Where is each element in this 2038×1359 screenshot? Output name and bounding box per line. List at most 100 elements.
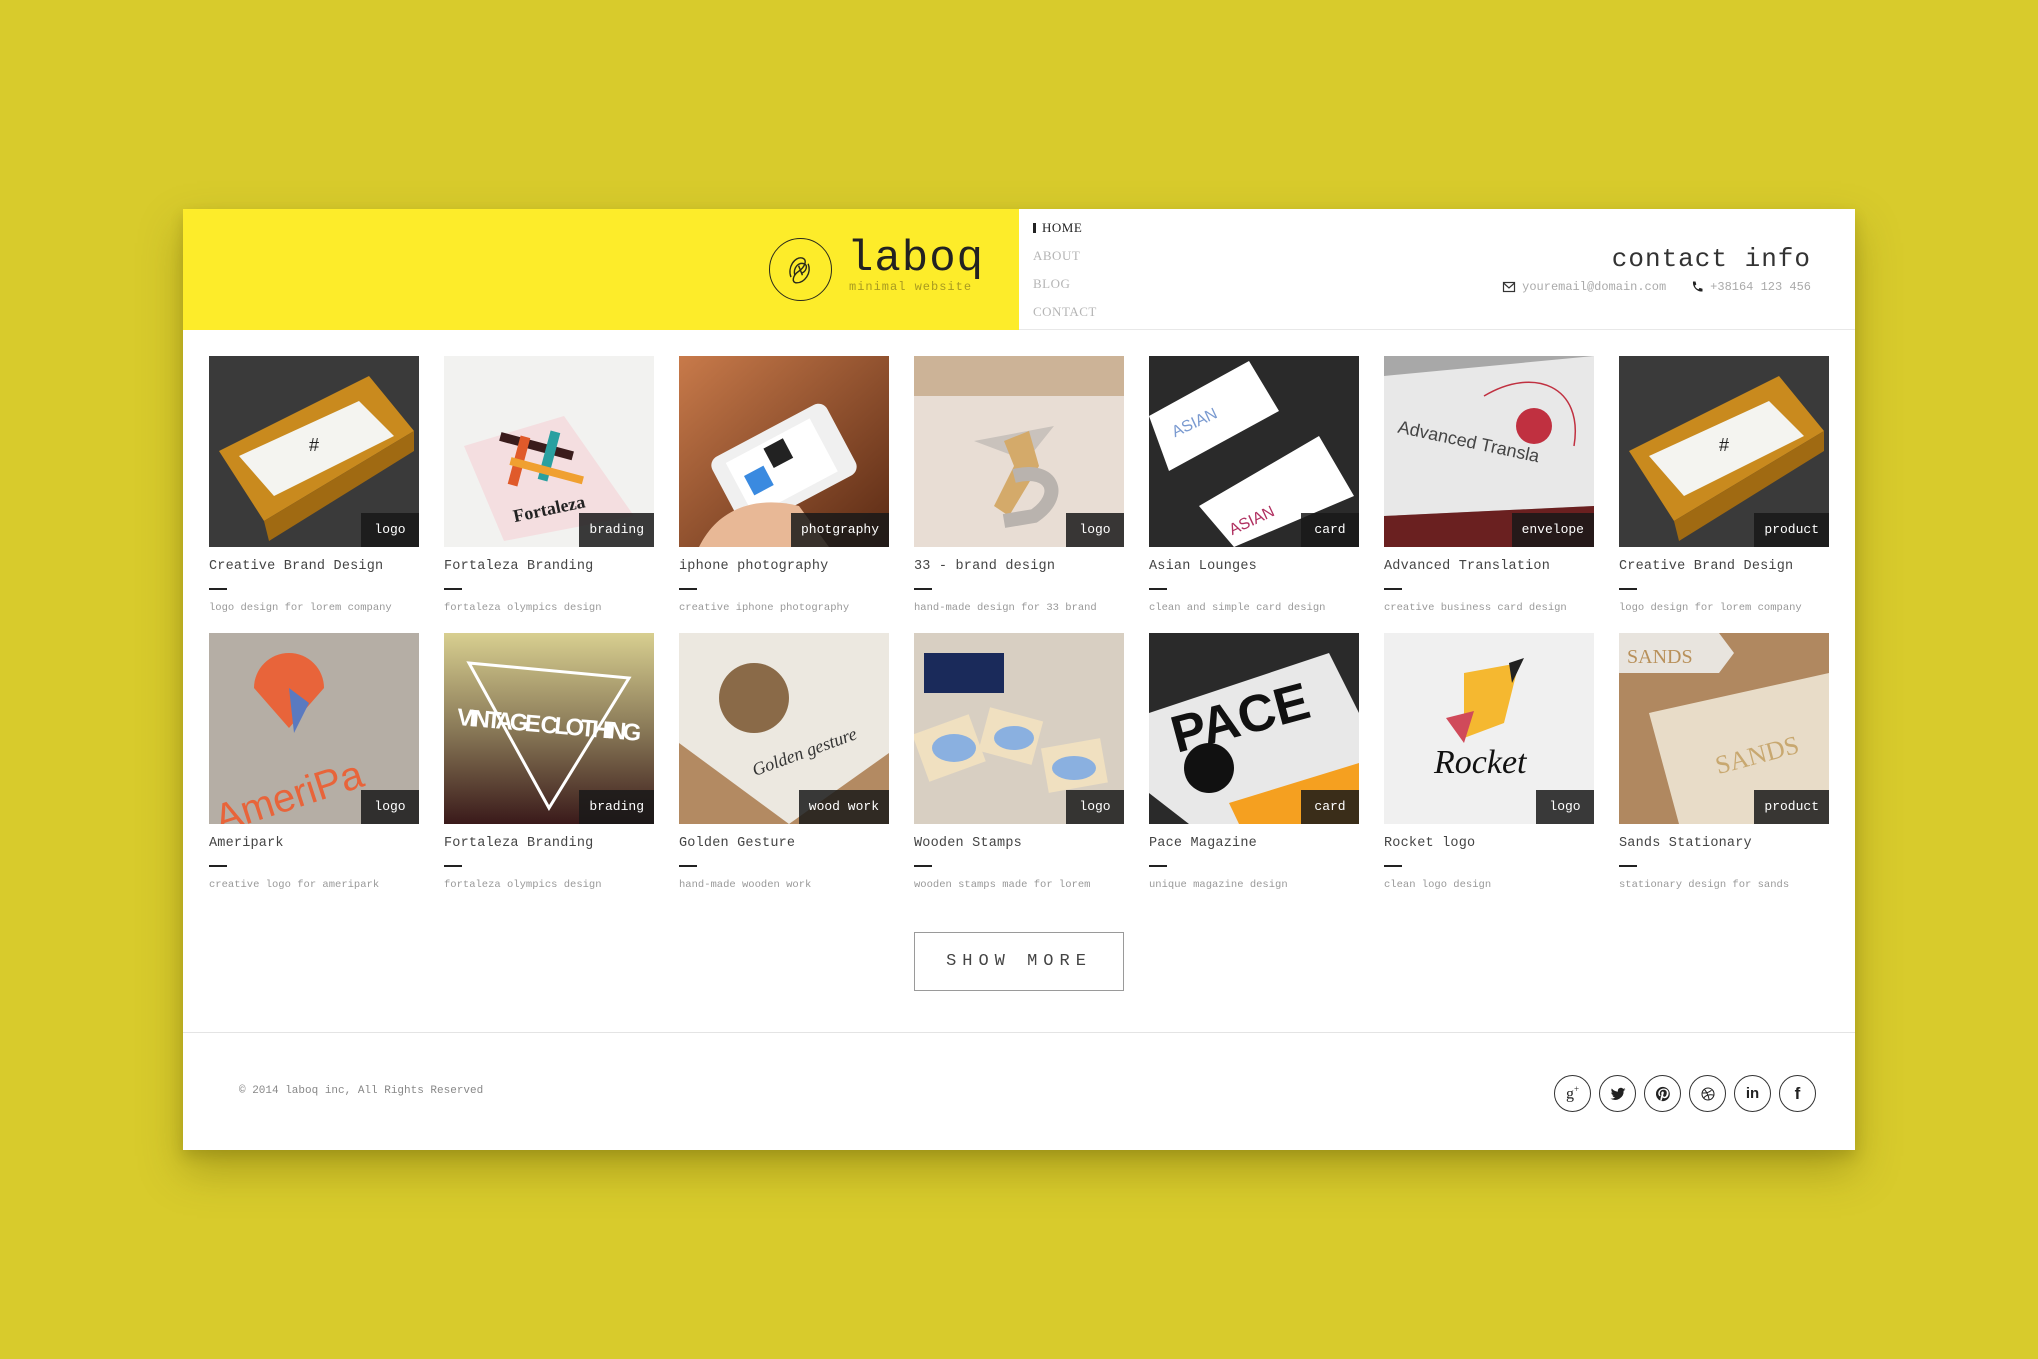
category-tag[interactable]: card bbox=[1301, 513, 1359, 547]
title-divider bbox=[444, 865, 462, 867]
title-divider bbox=[679, 865, 697, 867]
portfolio-thumbnail[interactable]: photgraphy bbox=[679, 356, 889, 547]
category-tag[interactable]: brading bbox=[579, 790, 654, 824]
portfolio-card[interactable]: VINTAGE CLOTHING brading Fortaleza Brand… bbox=[444, 633, 654, 910]
portfolio-thumbnail[interactable]: Golden gesture wood work bbox=[679, 633, 889, 824]
card-description: hand-made design for 33 brand bbox=[914, 602, 1097, 614]
portfolio-card[interactable]: logo 33 - brand design hand-made design … bbox=[914, 356, 1124, 633]
card-description: creative iphone photography bbox=[679, 602, 850, 614]
category-tag[interactable]: envelope bbox=[1511, 513, 1594, 547]
logo-mark-icon[interactable] bbox=[769, 238, 832, 301]
card-title[interactable]: Ameripark bbox=[209, 836, 419, 851]
contact-title: contact info bbox=[1611, 244, 1811, 274]
category-tag[interactable]: logo bbox=[361, 790, 419, 824]
card-title[interactable]: Fortaleza Branding bbox=[444, 836, 654, 851]
envelope-icon bbox=[1502, 280, 1516, 294]
category-tag[interactable]: product bbox=[1754, 790, 1829, 824]
title-divider bbox=[1619, 865, 1637, 867]
svg-text:Rocket: Rocket bbox=[1433, 744, 1528, 781]
title-divider bbox=[914, 588, 932, 590]
card-title[interactable]: 33 - brand design bbox=[914, 559, 1124, 574]
portfolio-card[interactable]: # product Creative Brand Design logo des… bbox=[1619, 356, 1829, 633]
portfolio-thumbnail[interactable]: SANDS SANDS product bbox=[1619, 633, 1829, 824]
portfolio-thumbnail[interactable]: VINTAGE CLOTHING brading bbox=[444, 633, 654, 824]
portfolio-card[interactable]: Rocket logo Rocket logo clean logo desig… bbox=[1384, 633, 1594, 910]
category-tag[interactable]: logo bbox=[1066, 513, 1124, 547]
portfolio-grid: # logo Creative Brand Design logo design… bbox=[209, 356, 1829, 910]
category-tag[interactable]: card bbox=[1301, 790, 1359, 824]
category-tag[interactable]: logo bbox=[1536, 790, 1594, 824]
card-title[interactable]: Pace Magazine bbox=[1149, 836, 1359, 851]
category-tag[interactable]: wood work bbox=[798, 790, 889, 824]
title-divider bbox=[1619, 588, 1637, 590]
logo-tagline: minimal website bbox=[849, 280, 973, 294]
contact-phone[interactable]: +38164 123 456 bbox=[1710, 280, 1811, 294]
portfolio-card[interactable]: PACE card Pace Magazine unique magazine … bbox=[1149, 633, 1359, 910]
card-title[interactable]: Creative Brand Design bbox=[209, 559, 419, 574]
google-plus-icon[interactable]: g+ bbox=[1554, 1075, 1591, 1112]
card-description: fortaleza olympics design bbox=[444, 602, 602, 614]
card-description: logo design for lorem company bbox=[209, 602, 392, 614]
category-tag[interactable]: logo bbox=[361, 513, 419, 547]
card-description: logo design for lorem company bbox=[1619, 602, 1802, 614]
portfolio-card[interactable]: Golden gesture wood work Golden Gesture … bbox=[679, 633, 889, 910]
portfolio-thumbnail[interactable]: logo bbox=[914, 633, 1124, 824]
portfolio-thumbnail[interactable]: Advanced Transla envelope bbox=[1384, 356, 1594, 547]
title-divider bbox=[1384, 865, 1402, 867]
portfolio-thumbnail[interactable]: # logo bbox=[209, 356, 419, 547]
logo-text[interactable]: laboq bbox=[847, 237, 984, 281]
portfolio-thumbnail[interactable]: AmeriPa logo bbox=[209, 633, 419, 824]
card-title[interactable]: Rocket logo bbox=[1384, 836, 1594, 851]
nav-about[interactable]: ABOUT bbox=[1033, 247, 1097, 275]
category-tag[interactable]: product bbox=[1754, 513, 1829, 547]
portfolio-card[interactable]: # logo Creative Brand Design logo design… bbox=[209, 356, 419, 633]
twitter-icon[interactable] bbox=[1599, 1075, 1636, 1112]
facebook-icon[interactable]: f bbox=[1779, 1075, 1816, 1112]
portfolio-card[interactable]: photgraphy iphone photography creative i… bbox=[679, 356, 889, 633]
category-tag[interactable]: brading bbox=[579, 513, 654, 547]
portfolio-thumbnail[interactable]: PACE card bbox=[1149, 633, 1359, 824]
card-title[interactable]: Advanced Translation bbox=[1384, 559, 1594, 574]
portfolio-card[interactable]: Advanced Transla envelope Advanced Trans… bbox=[1384, 356, 1594, 633]
card-title[interactable]: Golden Gesture bbox=[679, 836, 889, 851]
title-divider bbox=[1149, 865, 1167, 867]
card-title[interactable]: Creative Brand Design bbox=[1619, 559, 1829, 574]
svg-text:#: # bbox=[309, 435, 319, 455]
nav-contact[interactable]: CONTACT bbox=[1033, 303, 1097, 331]
title-divider bbox=[209, 865, 227, 867]
portfolio-thumbnail[interactable]: # product bbox=[1619, 356, 1829, 547]
copyright-text: © 2014 laboq inc, All Rights Reserved bbox=[239, 1085, 484, 1097]
title-divider bbox=[1384, 588, 1402, 590]
title-divider bbox=[1149, 588, 1167, 590]
portfolio-card[interactable]: ASIAN ASIAN card Asian Lounges clean and … bbox=[1149, 356, 1359, 633]
footer-divider bbox=[183, 1032, 1855, 1033]
category-tag[interactable]: logo bbox=[1066, 790, 1124, 824]
contact-email[interactable]: youremail@domain.com bbox=[1522, 280, 1666, 294]
portfolio-thumbnail[interactable]: Fortaleza brading bbox=[444, 356, 654, 547]
svg-text:#: # bbox=[1719, 435, 1729, 455]
linkedin-icon[interactable]: in bbox=[1734, 1075, 1771, 1112]
social-links: g+ in f bbox=[1554, 1075, 1816, 1112]
card-title[interactable]: Sands Stationary bbox=[1619, 836, 1829, 851]
nav-home[interactable]: HOME bbox=[1033, 219, 1097, 247]
portfolio-card[interactable]: AmeriPa logo Ameripark creative logo for… bbox=[209, 633, 419, 910]
portfolio-card[interactable]: Fortaleza brading Fortaleza Branding for… bbox=[444, 356, 654, 633]
pinterest-icon[interactable] bbox=[1644, 1075, 1681, 1112]
category-tag[interactable]: photgraphy bbox=[790, 513, 889, 547]
dribbble-icon[interactable] bbox=[1689, 1075, 1726, 1112]
portfolio-card[interactable]: logo Wooden Stamps wooden stamps made fo… bbox=[914, 633, 1124, 910]
card-title[interactable]: Wooden Stamps bbox=[914, 836, 1124, 851]
page-container: laboq minimal website HOME ABOUT BLOG CO… bbox=[183, 209, 1855, 1150]
card-title[interactable]: iphone photography bbox=[679, 559, 889, 574]
card-title[interactable]: Fortaleza Branding bbox=[444, 559, 654, 574]
brand-panel: laboq minimal website bbox=[183, 209, 1019, 330]
portfolio-thumbnail[interactable]: ASIAN ASIAN card bbox=[1149, 356, 1359, 547]
show-more-button[interactable]: SHOW MORE bbox=[914, 932, 1124, 991]
nav-blog[interactable]: BLOG bbox=[1033, 275, 1097, 303]
card-description: fortaleza olympics design bbox=[444, 879, 602, 891]
portfolio-thumbnail[interactable]: logo bbox=[914, 356, 1124, 547]
portfolio-card[interactable]: SANDS SANDS product Sands Stationary stat… bbox=[1619, 633, 1829, 910]
portfolio-thumbnail[interactable]: Rocket logo bbox=[1384, 633, 1594, 824]
card-title[interactable]: Asian Lounges bbox=[1149, 559, 1359, 574]
card-description: wooden stamps made for lorem bbox=[914, 879, 1091, 891]
